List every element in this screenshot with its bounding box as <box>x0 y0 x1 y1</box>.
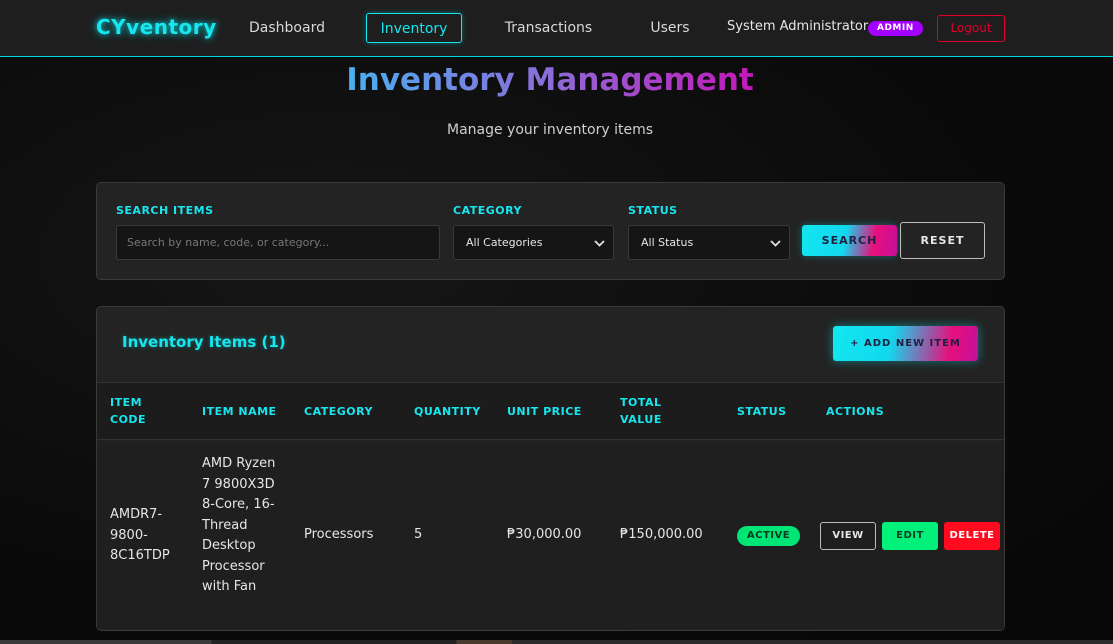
search-field <box>116 225 440 260</box>
role-badge: ADMIN <box>868 21 923 36</box>
column-header-quantity: QUANTITY <box>414 405 481 418</box>
brand-logo[interactable]: CYventory <box>96 15 217 39</box>
inventory-items-heading: Inventory Items (1) <box>122 333 286 351</box>
bottom-edge-strip <box>0 640 1113 644</box>
quantity-cell: 5 <box>414 527 423 542</box>
category-selected-value: All Categories <box>466 236 543 249</box>
item-name-cell: AMD Ryzen 7 9800X3D 8-Core, 16-Thread De… <box>202 456 276 594</box>
nav-link-dashboard[interactable]: Dashboard <box>238 13 336 43</box>
current-user-name: System Administrator <box>727 19 869 34</box>
category-label: CATEGORY <box>453 204 522 217</box>
add-new-item-button[interactable]: + ADD NEW ITEM <box>833 326 978 361</box>
search-label: SEARCH ITEMS <box>116 204 214 217</box>
column-header-actions: ACTIONS <box>826 405 885 418</box>
view-button[interactable]: VIEW <box>820 522 876 550</box>
status-label: STATUS <box>628 204 678 217</box>
page-subtitle: Manage your inventory items <box>447 122 653 138</box>
category-select[interactable]: All Categories <box>453 225 614 260</box>
search-button[interactable]: SEARCH <box>802 225 897 256</box>
nav-link-users[interactable]: Users <box>640 13 700 43</box>
status-badge: ACTIVE <box>737 526 800 546</box>
column-header-category: CATEGORY <box>304 405 373 418</box>
status-selected-value: All Status <box>641 236 694 249</box>
nav-link-transactions[interactable]: Transactions <box>492 13 605 43</box>
page-title: Inventory Management <box>0 62 1100 98</box>
top-navbar: CYventory Dashboard Inventory Transactio… <box>0 0 1113 57</box>
category-cell: Processors <box>304 527 374 542</box>
column-header-item-code: ITEM CODE <box>110 396 147 426</box>
column-header-item-name: ITEM NAME <box>202 405 277 418</box>
delete-button[interactable]: DELETE <box>944 522 1000 550</box>
total-value-cell: ₱150,000.00 <box>620 527 703 542</box>
chevron-down-icon <box>594 236 605 250</box>
logout-button[interactable]: Logout <box>937 15 1005 42</box>
column-header-status: STATUS <box>737 405 787 418</box>
item-code-cell: AMDR7-9800-8C16TDP <box>110 507 170 563</box>
reset-button[interactable]: RESET <box>900 222 985 259</box>
page-title-text: Inventory Management <box>346 62 754 98</box>
column-header-total-value: TOTAL VALUE <box>620 396 662 426</box>
column-header-unit-price: UNIT PRICE <box>507 405 582 418</box>
unit-price-cell: ₱30,000.00 <box>507 527 582 542</box>
edit-button[interactable]: EDIT <box>882 522 938 550</box>
status-select[interactable]: All Status <box>628 225 790 260</box>
chevron-down-icon <box>770 236 781 250</box>
search-input[interactable] <box>117 226 439 259</box>
nav-link-inventory[interactable]: Inventory <box>366 13 462 43</box>
